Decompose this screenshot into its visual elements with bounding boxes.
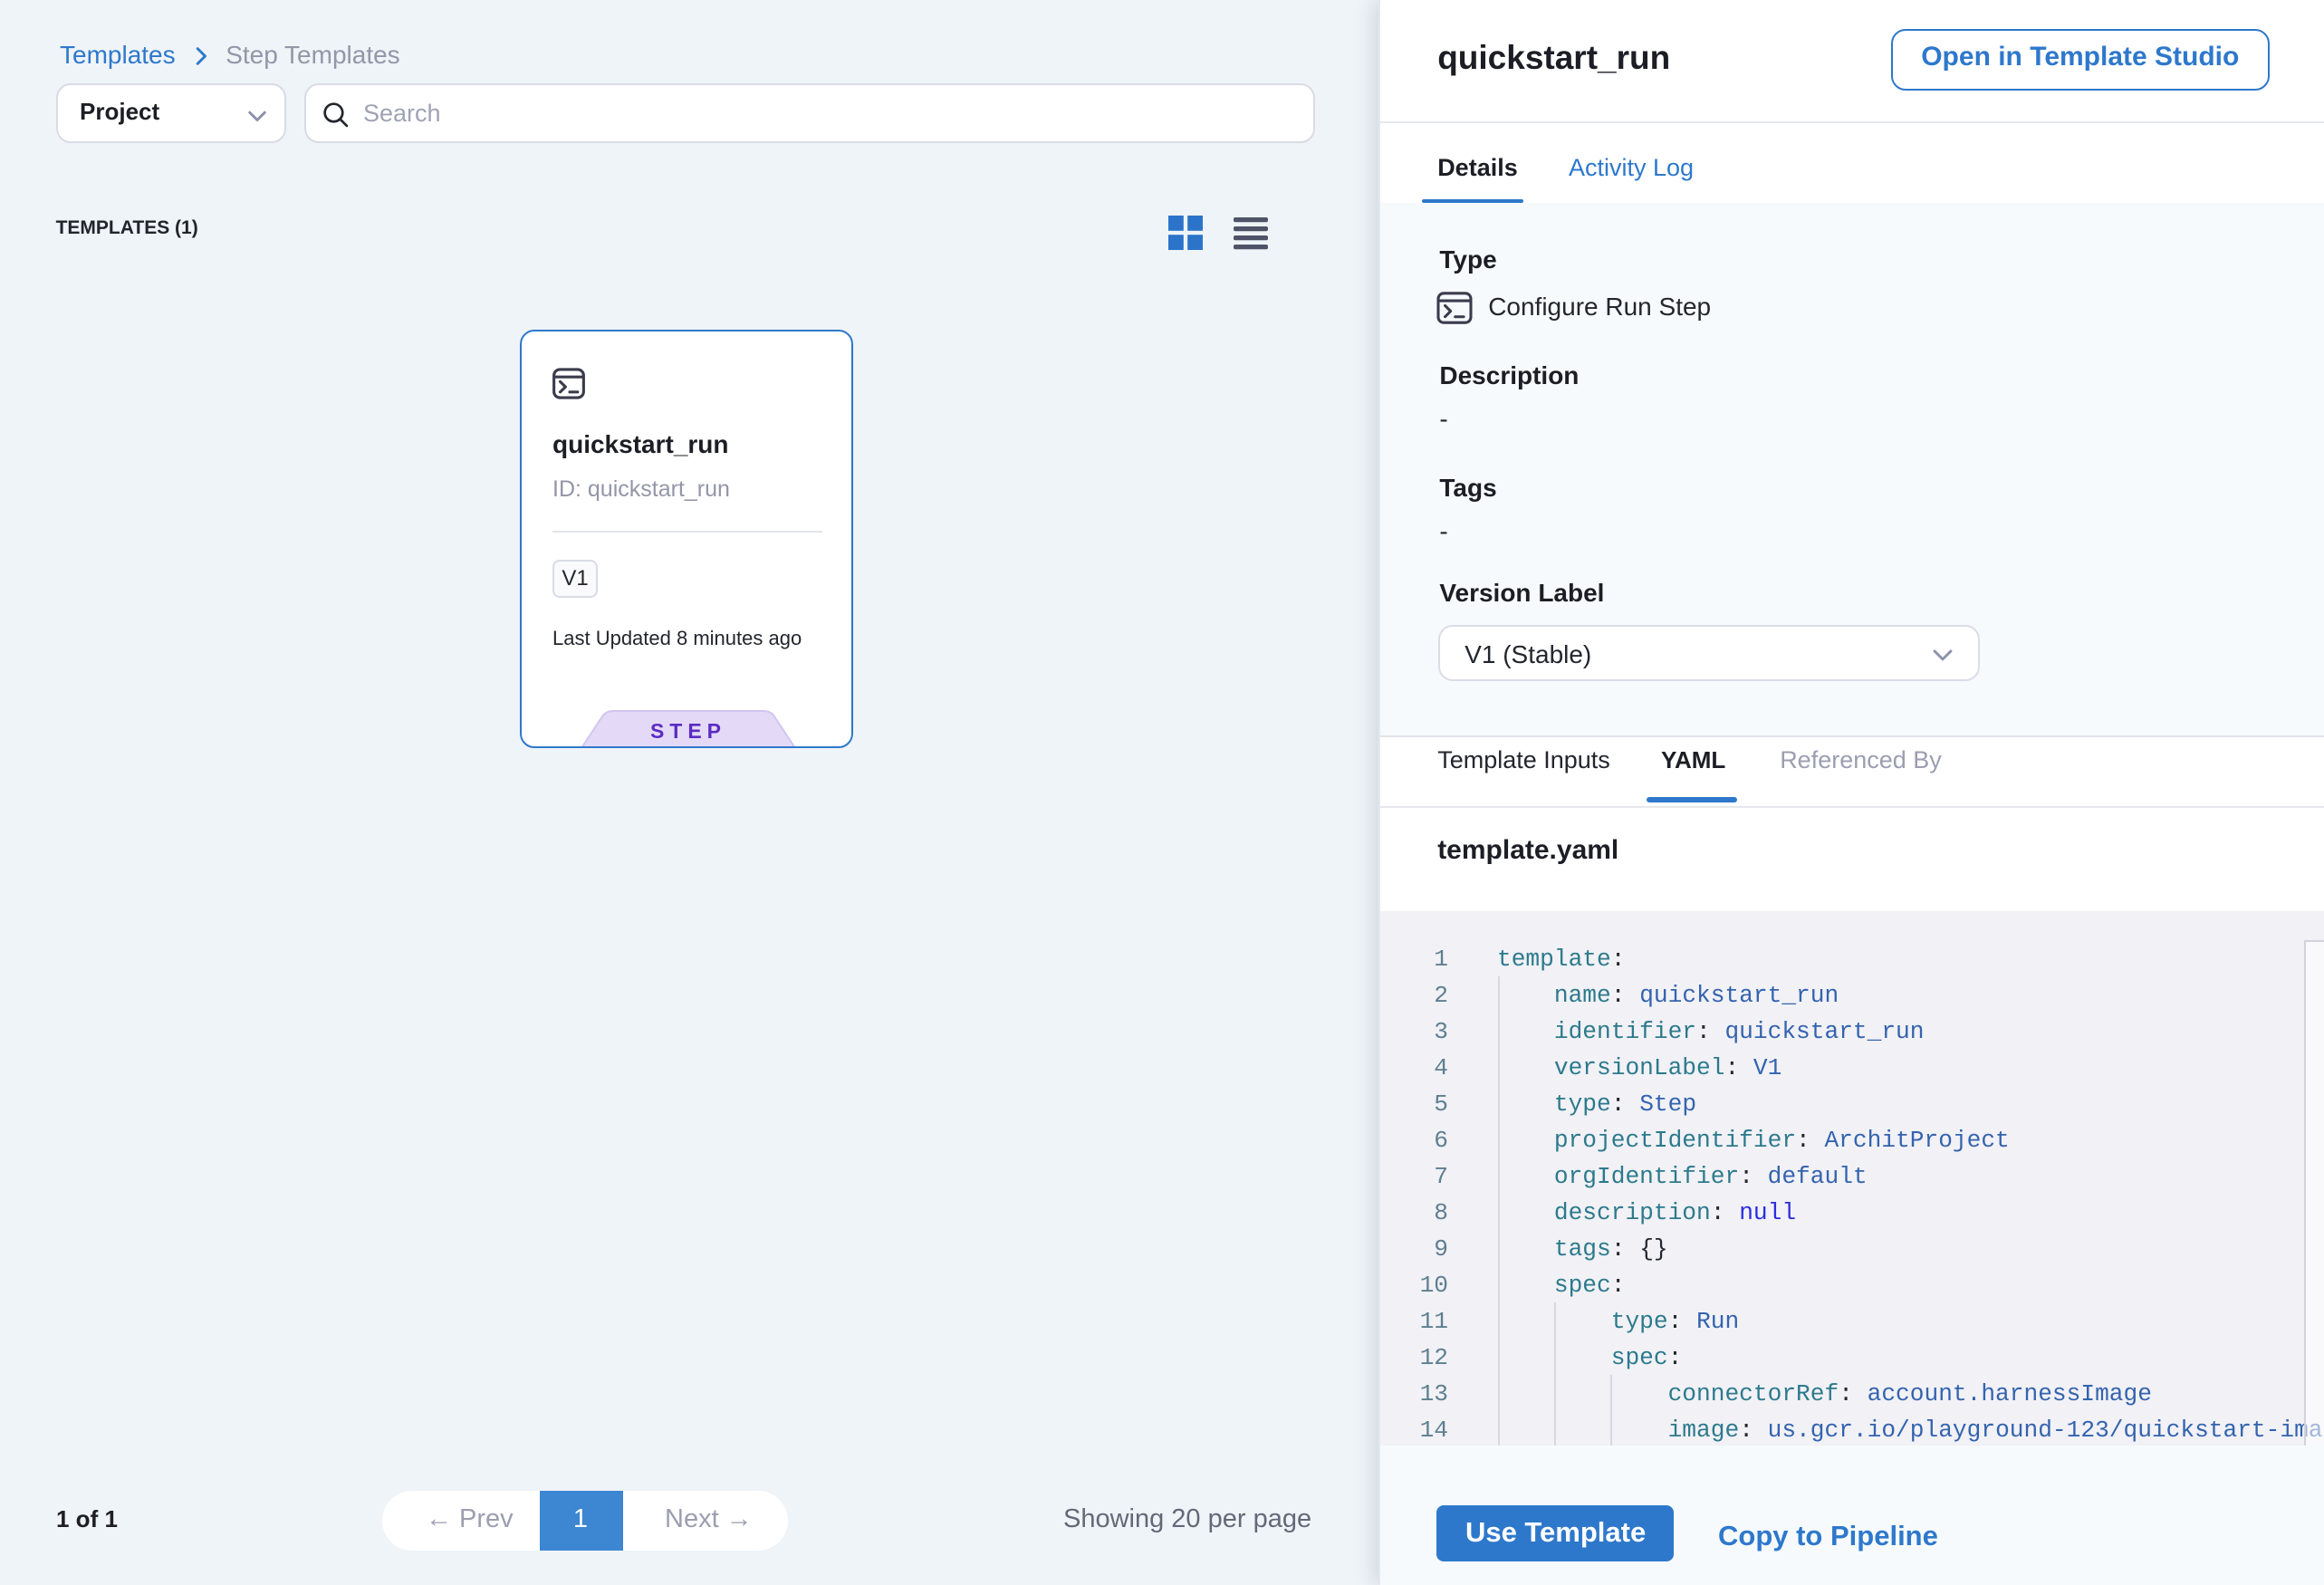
svg-text:STEP: STEP bbox=[650, 719, 726, 743]
